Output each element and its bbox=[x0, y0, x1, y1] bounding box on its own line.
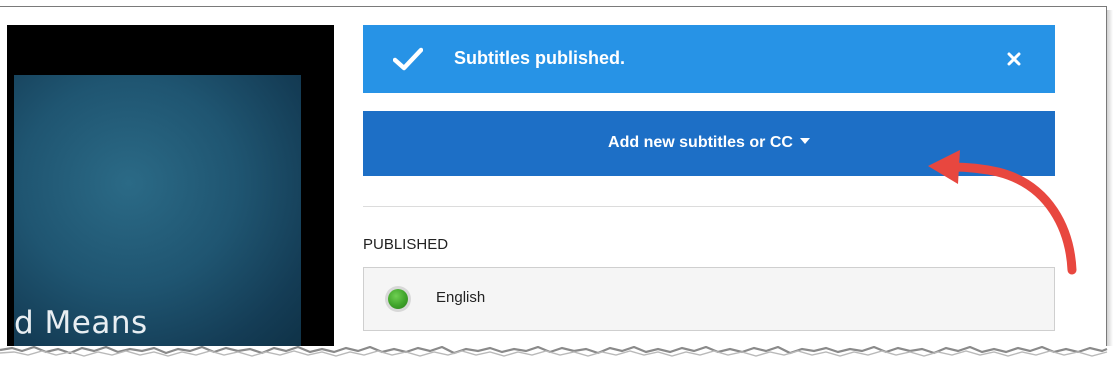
notification-message: Subtitles published. bbox=[454, 48, 626, 68]
close-icon[interactable] bbox=[1004, 49, 1024, 69]
checkmark-icon bbox=[393, 47, 423, 71]
language-name: English bbox=[436, 289, 486, 306]
video-slide: d Means bbox=[14, 75, 301, 346]
page-shadow bbox=[1107, 10, 1113, 352]
slide-title-text: d Means bbox=[14, 305, 148, 341]
published-status-icon bbox=[388, 289, 408, 309]
add-new-subtitles-label: Add new subtitles or CC bbox=[608, 134, 793, 151]
add-new-subtitles-button[interactable]: Add new subtitles or CC bbox=[363, 111, 1055, 176]
caret-down-icon bbox=[799, 138, 810, 144]
published-language-row[interactable]: English bbox=[363, 267, 1055, 331]
section-divider bbox=[363, 206, 1055, 207]
torn-edge bbox=[0, 346, 1117, 382]
add-new-subtitles-label-wrap: Add new subtitles or CC bbox=[363, 134, 1055, 152]
video-player[interactable]: d Means bbox=[7, 25, 334, 346]
success-notification: Subtitles published. bbox=[363, 25, 1055, 93]
published-heading: PUBLISHED bbox=[363, 236, 449, 253]
page-border bbox=[0, 6, 1107, 7]
screenshot-frame: d Means Subtitles published. Add new sub… bbox=[0, 0, 1117, 382]
